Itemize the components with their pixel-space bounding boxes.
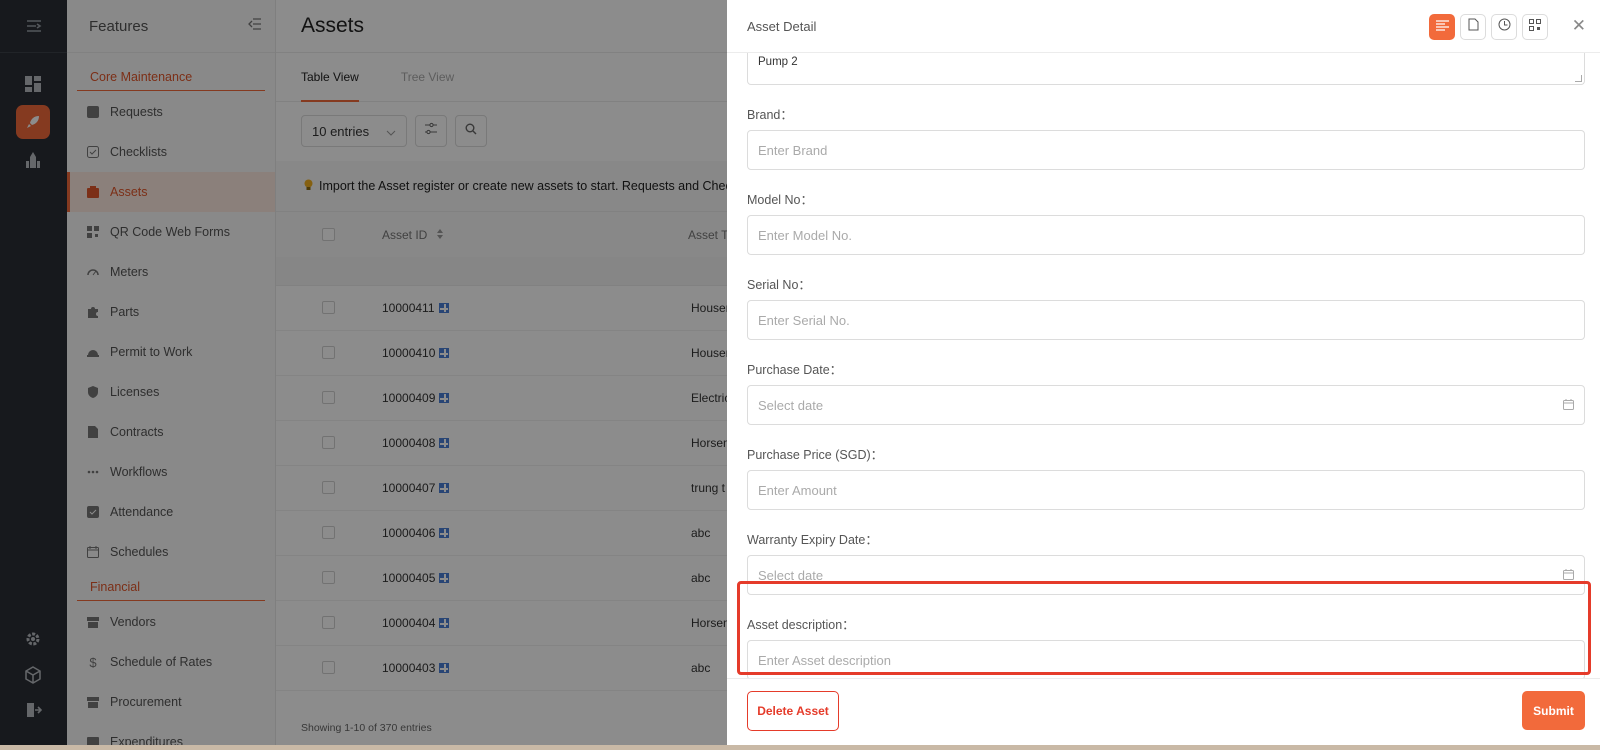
model-no-input[interactable]: Enter Model No. — [747, 215, 1585, 255]
file-icon — [1468, 18, 1479, 36]
drawer-footer: Delete Asset Submit — [727, 678, 1600, 745]
serial-no-label: Serial No： — [747, 278, 811, 292]
drawer-header: Asset Detail ✕ — [727, 0, 1600, 53]
delete-asset-button[interactable]: Delete Asset — [747, 691, 839, 731]
details-view-button[interactable] — [1429, 14, 1455, 40]
submit-button[interactable]: Submit — [1522, 691, 1585, 730]
asset-name-textarea[interactable]: Pump 2 — [747, 53, 1585, 85]
documents-button[interactable] — [1460, 14, 1486, 40]
purchase-date-label: Purchase Date： — [747, 363, 843, 377]
serial-no-input[interactable]: Enter Serial No. — [747, 300, 1585, 340]
purchase-price-label: Purchase Price (SGD)： — [747, 448, 884, 462]
close-icon[interactable]: ✕ — [1572, 17, 1586, 34]
brand-input[interactable]: Enter Brand — [747, 130, 1585, 170]
calendar-icon — [1563, 398, 1574, 413]
purchase-price-input[interactable]: Enter Amount — [747, 470, 1585, 510]
history-icon — [1498, 18, 1511, 36]
drawer-title: Asset Detail — [747, 18, 817, 34]
model-no-label: Model No： — [747, 193, 813, 207]
list-icon — [1435, 18, 1449, 36]
warranty-expiry-label: Warranty Expiry Date： — [747, 533, 878, 547]
history-button[interactable] — [1491, 14, 1517, 40]
brand-label: Brand： — [747, 108, 793, 122]
highlight-annotation — [737, 581, 1591, 675]
qr-code-icon — [1529, 18, 1541, 36]
purchase-date-picker[interactable]: Select date — [747, 385, 1585, 425]
app-window: Features Core Maintenance Requests Check… — [0, 0, 1600, 745]
qr-code-button[interactable] — [1522, 14, 1548, 40]
